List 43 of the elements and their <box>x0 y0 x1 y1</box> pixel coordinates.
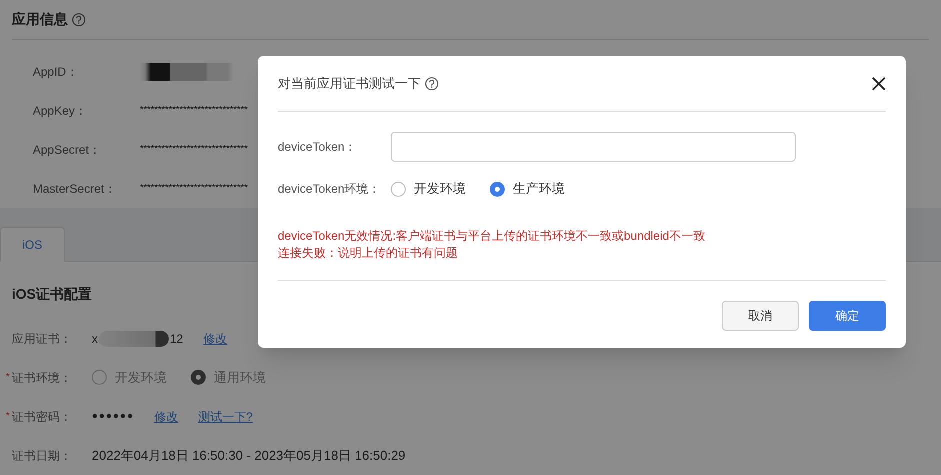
radio-label[interactable]: 开发环境 <box>115 368 167 388</box>
radio-button[interactable] <box>92 370 107 385</box>
link[interactable]: 修改 <box>154 408 178 426</box>
section-title: iOS证书配置 <box>12 285 92 304</box>
close-icon[interactable] <box>872 76 886 90</box>
tab[interactable]: iOS <box>0 227 65 262</box>
help-icon[interactable] <box>72 12 86 26</box>
radio-label[interactable]: 开发环境 <box>414 179 466 199</box>
text-field[interactable] <box>391 132 796 162</box>
field-label: 证书密码： <box>12 408 72 426</box>
error-message: 连接失败：说明上传的证书有问题 <box>278 245 459 262</box>
masked-value: ****************************** <box>140 104 248 118</box>
field-label: deviceToken： <box>278 139 358 156</box>
field-label: AppKey： <box>33 102 88 120</box>
link[interactable]: 修改 <box>203 330 228 348</box>
cert-value: 12 <box>170 330 184 348</box>
field-label: deviceToken环境： <box>278 181 382 198</box>
field-label: 证书环境： <box>12 370 72 386</box>
required-mark: * <box>6 371 10 385</box>
help-icon[interactable] <box>425 76 439 90</box>
radio-button[interactable] <box>191 370 206 385</box>
field-label: MasterSecret： <box>33 180 118 198</box>
date-range: 2022年04月18日 16:50:30 - 2023年05月18日 16:50:29 <box>92 446 406 465</box>
redacted-value <box>99 330 169 346</box>
masked-value: ****************************** <box>140 143 248 157</box>
dialog-title: 对当前应用证书测试一下 <box>278 74 421 93</box>
link[interactable]: 测试一下? <box>198 408 253 426</box>
field-label: 应用证书： <box>12 330 72 348</box>
password-value: ●●●●●● <box>92 410 134 424</box>
section-title: 应用信息 <box>12 10 68 29</box>
error-message: deviceToken无效情况:客户端证书与平台上传的证书环境不一致或bundleid不一致 <box>278 228 706 245</box>
cert-value: x <box>92 330 98 348</box>
confirm-button[interactable]: 确定 <box>809 301 886 331</box>
required-mark: * <box>6 410 10 424</box>
radio-button[interactable] <box>490 182 505 196</box>
radio-label[interactable]: 生产环境 <box>513 179 565 199</box>
field-label: AppID： <box>33 64 80 80</box>
radio-label[interactable]: 通用环境 <box>214 368 266 388</box>
field-label: 证书日期： <box>12 448 72 464</box>
cancel-button[interactable]: 取消 <box>722 301 799 331</box>
radio-button[interactable] <box>391 182 406 196</box>
masked-value: ****************************** <box>140 182 248 196</box>
field-label: AppSecret： <box>33 142 102 158</box>
